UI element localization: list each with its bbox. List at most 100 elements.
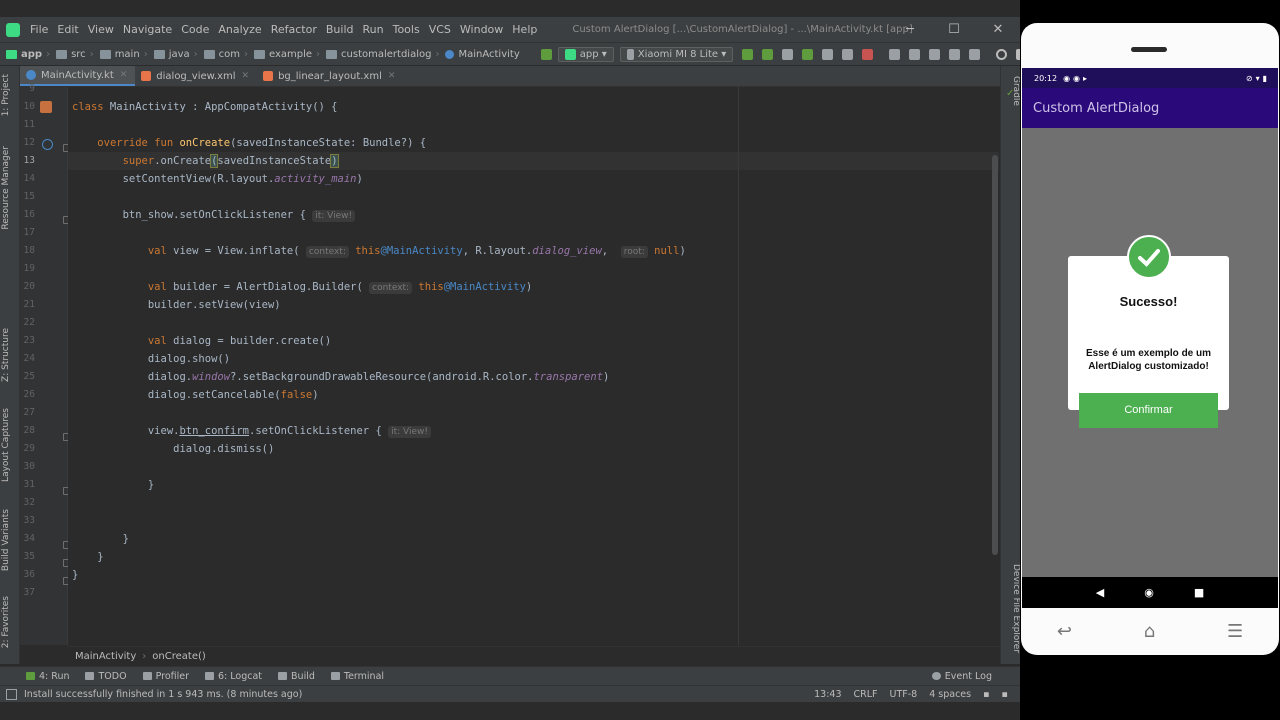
- coverage-icon[interactable]: [782, 48, 794, 60]
- file-encoding[interactable]: UTF-8: [890, 689, 918, 700]
- tab-dialog-view-xml[interactable]: dialog_view.xml ✕: [135, 66, 257, 86]
- phone-speaker: [1131, 47, 1167, 52]
- terminal-tool-button[interactable]: Terminal: [330, 671, 384, 682]
- android-studio-window: File Edit View Navigate Code Analyze Ref…: [0, 0, 1020, 720]
- project-tool-button[interactable]: 1: Project: [1, 74, 18, 116]
- indent-setting[interactable]: 4 spaces: [929, 689, 971, 700]
- close-tab-icon[interactable]: ✕: [120, 70, 128, 80]
- line-separator[interactable]: CRLF: [854, 689, 878, 700]
- layout-captures-tool-button[interactable]: Layout Captures: [1, 408, 18, 482]
- hw-home-icon[interactable]: ⌂: [1144, 621, 1155, 642]
- line-number: 24: [23, 353, 35, 364]
- menu-edit[interactable]: Edit: [57, 23, 78, 36]
- build-tool-button[interactable]: Build: [278, 671, 315, 682]
- breadcrumb-customalertdialog[interactable]: customalertdialog ›: [320, 49, 439, 60]
- search-icon[interactable]: [996, 48, 1008, 60]
- override-gutter-icon[interactable]: [42, 139, 53, 150]
- menu-file[interactable]: File: [30, 23, 48, 36]
- menu-vcs[interactable]: VCS: [429, 23, 451, 36]
- run-icon: [26, 672, 35, 680]
- breadcrumb-app[interactable]: app ›: [0, 49, 50, 60]
- line-number: 36: [23, 569, 35, 580]
- run-tool-button[interactable]: 4: Run: [26, 671, 69, 682]
- breadcrumb-java[interactable]: java ›: [148, 49, 198, 60]
- layout-inspector-icon[interactable]: [969, 48, 981, 60]
- confirm-button[interactable]: Confirmar: [1079, 393, 1218, 428]
- close-tab-icon[interactable]: ✕: [388, 71, 396, 81]
- window-title: Custom AlertDialog [...\CustomAlertDialo…: [572, 24, 913, 35]
- menu-tools[interactable]: Tools: [393, 23, 420, 36]
- todo-tool-button[interactable]: TODO: [85, 671, 127, 682]
- debug-icon[interactable]: [802, 48, 814, 60]
- structure-icon[interactable]: [949, 48, 961, 60]
- hammer-icon[interactable]: [540, 48, 552, 60]
- run-config-select[interactable]: app ▾: [557, 46, 614, 62]
- status-message[interactable]: Install successfully finished in 1 s 943…: [24, 689, 302, 700]
- favorites-tool-button[interactable]: 2: Favorites: [1, 596, 18, 648]
- profiler-tool-button[interactable]: Profiler: [142, 671, 189, 682]
- menu-navigate[interactable]: Navigate: [123, 23, 172, 36]
- code-editor[interactable]: class MainActivity : AppCompatActivity()…: [68, 87, 999, 645]
- device-file-explorer-tool-button[interactable]: Device File Explorer: [1005, 564, 1020, 653]
- lock-icon[interactable]: ▪: [983, 689, 989, 700]
- profile-icon[interactable]: [822, 48, 834, 60]
- code-line: btn_show.setOnClickListener { it: View!: [72, 206, 356, 224]
- back-icon[interactable]: ◀: [1096, 586, 1104, 599]
- hw-menu-icon[interactable]: ☰: [1227, 621, 1243, 642]
- menu-build[interactable]: Build: [326, 23, 354, 36]
- memory-icon[interactable]: ▪: [1002, 689, 1008, 700]
- menu-code[interactable]: Code: [181, 23, 209, 36]
- stop-icon[interactable]: [862, 48, 874, 60]
- avd-manager-icon[interactable]: [909, 48, 921, 60]
- hw-back-icon[interactable]: ↩: [1057, 621, 1072, 642]
- rerun-icon[interactable]: [742, 48, 754, 60]
- phone-system-nav: ◀ ◉ ■: [1022, 577, 1278, 608]
- home-icon[interactable]: ◉: [1144, 586, 1154, 599]
- breadcrumb-src[interactable]: src ›: [50, 49, 94, 60]
- editor-settings-icon[interactable]: [1016, 48, 1020, 60]
- tab-mainactivity-kt[interactable]: MainActivity.kt ✕: [20, 66, 136, 86]
- phone-time: 20:12: [1034, 73, 1058, 83]
- menu-view[interactable]: View: [88, 23, 114, 36]
- breadcrumb-class[interactable]: MainActivity: [75, 651, 136, 662]
- sync-icon[interactable]: [889, 48, 901, 60]
- line-number: 18: [23, 245, 35, 256]
- recents-icon[interactable]: ■: [1194, 586, 1204, 599]
- close-tab-icon[interactable]: ✕: [242, 71, 250, 81]
- breadcrumb-main[interactable]: main ›: [94, 49, 148, 60]
- close-icon[interactable]: ✕: [976, 17, 1020, 42]
- menu-window[interactable]: Window: [460, 23, 503, 36]
- sdk-manager-icon[interactable]: [929, 48, 941, 60]
- device-select[interactable]: Xiaomi MI 8 Lite ▾: [619, 46, 734, 62]
- event-log-icon: [931, 672, 941, 680]
- line-number-gutter[interactable]: 9 10 11 12 13 14 15 16 17 18 19 20 21 22…: [20, 83, 71, 645]
- structure-tool-button[interactable]: Z: Structure: [1, 328, 18, 382]
- maximize-icon[interactable]: ☐: [932, 17, 976, 42]
- xml-file-icon: [141, 71, 152, 81]
- apply-changes-icon[interactable]: [762, 48, 774, 60]
- gradle-tool-button[interactable]: Gradle: [1005, 76, 1020, 106]
- minimize-icon[interactable]: ─: [888, 17, 932, 42]
- activity-gutter-icon[interactable]: [40, 101, 52, 113]
- line-number: 30: [23, 461, 35, 472]
- menu-analyze[interactable]: Analyze: [218, 23, 261, 36]
- menu-help[interactable]: Help: [512, 23, 537, 36]
- resource-manager-tool-button[interactable]: Resource Manager: [1, 146, 18, 230]
- vertical-scrollbar[interactable]: [992, 155, 998, 555]
- caret-position[interactable]: 13:43: [814, 689, 841, 700]
- logcat-tool-button[interactable]: 6: Logcat: [205, 671, 262, 682]
- breadcrumb-com[interactable]: com ›: [198, 49, 248, 60]
- breadcrumb-mainactivity[interactable]: MainActivity: [439, 49, 520, 60]
- right-margin-guide: [738, 87, 739, 645]
- status-toggle-icon[interactable]: [6, 688, 17, 700]
- tab-bg-linear-layout-xml[interactable]: bg_linear_layout.xml ✕: [257, 66, 403, 86]
- breadcrumb-example[interactable]: example ›: [248, 49, 320, 60]
- breadcrumb-function[interactable]: onCreate(): [152, 651, 206, 662]
- menu-refactor[interactable]: Refactor: [271, 23, 317, 36]
- code-line: val dialog = builder.create(): [147, 335, 332, 347]
- code-breadcrumb: MainActivity › onCreate(): [68, 646, 999, 666]
- attach-debugger-icon[interactable]: [842, 48, 854, 60]
- build-variants-tool-button[interactable]: Build Variants: [1, 509, 18, 571]
- event-log-button[interactable]: Event Log: [931, 671, 992, 682]
- menu-run[interactable]: Run: [363, 23, 384, 36]
